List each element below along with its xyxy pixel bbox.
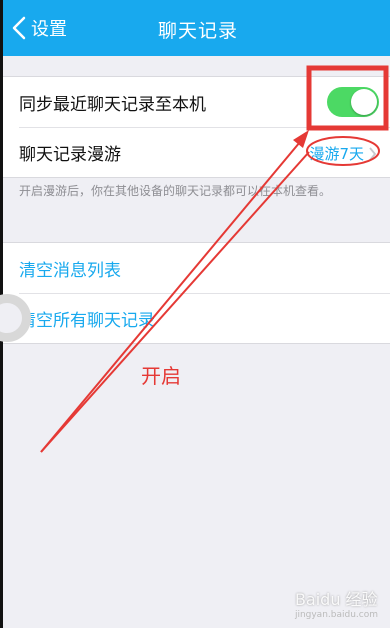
- roam-row[interactable]: 聊天记录漫游 漫游7天: [19, 127, 390, 177]
- roam-value-button[interactable]: 漫游7天: [309, 143, 377, 164]
- watermark: Baidu 经验 jingyan.baidu.com: [295, 586, 378, 620]
- watermark-text: Baidu 经验: [294, 590, 378, 609]
- sync-toggle[interactable]: [327, 87, 379, 117]
- clear-message-list-button[interactable]: 清空消息列表: [3, 243, 390, 293]
- roam-value: 漫游7天: [309, 145, 364, 163]
- clear-all-records-button[interactable]: 清空所有聊天记录: [19, 293, 390, 343]
- sync-row: 同步最近聊天记录至本机: [3, 77, 390, 127]
- clear-actions-group: 清空消息列表 清空所有聊天记录: [3, 242, 390, 344]
- watermark-url: jingyan.baidu.com: [294, 610, 378, 620]
- navigation-bar: 设置 聊天记录: [3, 0, 390, 56]
- toggle-knob: [351, 89, 377, 115]
- clear-message-list-label: 清空消息列表: [19, 260, 121, 281]
- roam-hint-text: 开启漫游后，你在其他设备的聊天记录都可以在本机查看。: [19, 184, 332, 198]
- chevron-right-icon: [369, 146, 377, 161]
- roam-label: 聊天记录漫游: [19, 145, 121, 165]
- sync-label: 同步最近聊天记录至本机: [19, 94, 206, 115]
- page-title: 聊天记录: [157, 20, 238, 42]
- clear-all-records-label: 清空所有聊天记录: [19, 311, 155, 331]
- sync-settings-group: 同步最近聊天记录至本机 聊天记录漫游 漫游7天: [3, 76, 390, 178]
- annotation-label: 开启: [141, 364, 181, 388]
